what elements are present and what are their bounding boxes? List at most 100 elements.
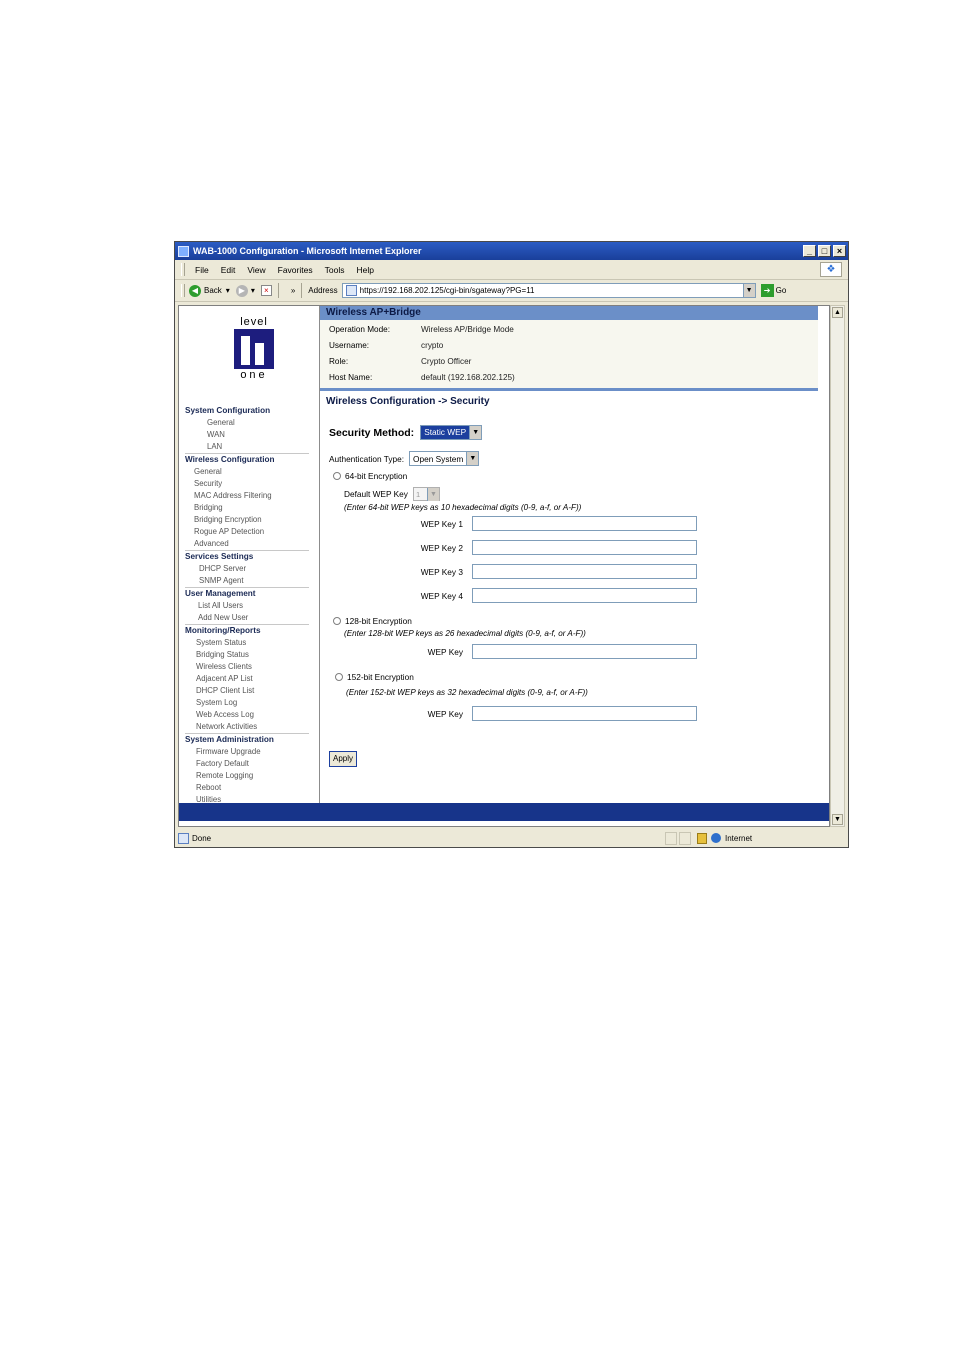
menu-favorites[interactable]: Favorites: [278, 265, 313, 275]
menu-file[interactable]: File: [195, 265, 209, 275]
nav-item-list-users[interactable]: List All Users: [185, 600, 309, 612]
nav-item-add-user[interactable]: Add New User: [185, 612, 309, 624]
wep-key-2-row: WEP Key 2: [414, 540, 697, 555]
menu-tools[interactable]: Tools: [325, 265, 345, 275]
wep-key-2-input[interactable]: [472, 540, 697, 555]
address-input[interactable]: https://192.168.202.125/cgi-bin/sgateway…: [360, 286, 743, 295]
enc128-key-input[interactable]: [472, 644, 697, 659]
info-row-role: Role: Crypto Officer: [320, 354, 818, 370]
page-done-icon: [178, 832, 189, 844]
toolbar-overflow-icon[interactable]: »: [291, 286, 295, 295]
enc152-key-input[interactable]: [472, 706, 697, 721]
logo-top-text: level: [240, 316, 268, 328]
vertical-scrollbar[interactable]: ▲ ▼: [830, 305, 845, 827]
device-title: Wireless AP+Bridge: [320, 306, 818, 320]
stop-icon[interactable]: ×: [260, 285, 272, 296]
enc152-key-row: WEP Key: [414, 706, 697, 721]
nav-item-wan[interactable]: WAN: [185, 429, 309, 441]
apply-button[interactable]: Apply: [329, 751, 358, 767]
maximize-button[interactable]: □: [818, 245, 831, 257]
enc152-radio[interactable]: [335, 673, 343, 681]
enc64-radio[interactable]: [333, 472, 341, 480]
nav-item-dhcp-server[interactable]: DHCP Server: [185, 563, 309, 575]
close-button[interactable]: ×: [833, 245, 846, 257]
enc128-note: (Enter 128-bit WEP keys as 26 hexadecima…: [344, 629, 586, 638]
info-label: Operation Mode:: [329, 325, 390, 334]
nav-section-system-administration: System Administration: [185, 735, 274, 744]
back-dropdown-icon[interactable]: ▾: [226, 286, 230, 295]
enc128-key-row: WEP Key: [414, 644, 697, 659]
security-method-label: Security Method:: [329, 426, 415, 439]
nav-item-system-status[interactable]: System Status: [185, 637, 309, 649]
enc152-label: 152-bit Encryption: [347, 672, 414, 682]
nav-item-bridging[interactable]: Bridging: [185, 502, 309, 514]
minimize-button[interactable]: _: [803, 245, 816, 257]
windows-logo-icon: ❖: [820, 262, 842, 277]
logo-bottom-text: one: [240, 369, 268, 381]
back-button[interactable]: ◀ Back ▾: [189, 284, 230, 297]
scroll-down-icon[interactable]: ▼: [832, 814, 843, 825]
nav-item-firmware-upgrade[interactable]: Firmware Upgrade: [185, 746, 309, 758]
wep-key-3-input[interactable]: [472, 564, 697, 579]
nav-item-advanced[interactable]: Advanced: [185, 538, 309, 550]
header-divider: [320, 388, 818, 391]
nav-item-mac-filtering[interactable]: MAC Address Filtering: [185, 490, 309, 502]
info-label: Username:: [329, 341, 370, 350]
back-label: Back: [204, 286, 222, 295]
forward-button[interactable]: ▶ ▾: [235, 284, 255, 297]
forward-dropdown-icon[interactable]: ▾: [251, 286, 255, 295]
enc128-key-label: WEP Key: [427, 646, 463, 657]
menu-edit[interactable]: Edit: [221, 265, 236, 275]
scroll-up-icon[interactable]: ▲: [832, 307, 843, 318]
ie-app-icon: [178, 245, 189, 257]
nav-item-wireless-clients[interactable]: Wireless Clients: [185, 661, 309, 673]
enc152-note: (Enter 152-bit WEP keys as 32 hexadecima…: [346, 688, 588, 697]
default-key-select[interactable]: 1 ▼: [412, 487, 440, 501]
auth-type-row: Authentication Type: Open System ▼: [329, 451, 480, 466]
nav-item-general[interactable]: General: [185, 417, 309, 429]
status-bar: Done Internet: [178, 830, 845, 846]
security-method-select[interactable]: Static WEP ▼: [420, 425, 483, 440]
nav-item-wireless-general[interactable]: General: [185, 466, 309, 478]
toolbar: ◀ Back ▾ ▶ ▾ × » Address https://192.168…: [175, 280, 848, 302]
auth-type-value: Open System: [413, 453, 464, 464]
nav-item-system-log[interactable]: System Log: [185, 697, 309, 709]
wep-key-1-label: WEP Key 1: [420, 518, 463, 529]
nav-item-remote-logging[interactable]: Remote Logging: [185, 770, 309, 782]
status-text: Done: [192, 833, 212, 843]
nav-item-factory-default[interactable]: Factory Default: [185, 758, 309, 770]
info-row-operation-mode: Operation Mode: Wireless AP/Bridge Mode: [320, 322, 818, 338]
info-row-host-name: Host Name: default (192.168.202.125): [320, 370, 818, 386]
auth-type-select[interactable]: Open System ▼: [409, 451, 480, 466]
go-arrow-icon: ➔: [760, 284, 774, 297]
nav-item-security[interactable]: Security: [185, 478, 309, 490]
menu-view[interactable]: View: [247, 265, 265, 275]
nav-item-adjacent-ap[interactable]: Adjacent AP List: [185, 673, 309, 685]
info-value: default (192.168.202.125): [421, 373, 515, 382]
sidebar-nav: System Configuration General WAN LAN Wir…: [185, 405, 309, 806]
nav-item-lan[interactable]: LAN: [185, 441, 309, 453]
enc64-label: 64-bit Encryption: [345, 471, 408, 481]
title-bar: WAB-1000 Configuration - Microsoft Inter…: [175, 242, 848, 260]
wep-key-1-input[interactable]: [472, 516, 697, 531]
nav-item-bridging-encryption[interactable]: Bridging Encryption: [185, 514, 309, 526]
nav-item-web-access-log[interactable]: Web Access Log: [185, 709, 309, 721]
menu-help[interactable]: Help: [356, 265, 373, 275]
lock-icon[interactable]: [697, 832, 707, 844]
nav-item-network-activities[interactable]: Network Activities: [185, 721, 309, 733]
address-bar[interactable]: https://192.168.202.125/cgi-bin/sgateway…: [341, 283, 756, 298]
enc128-radio[interactable]: [333, 617, 341, 625]
window-title: WAB-1000 Configuration - Microsoft Inter…: [193, 246, 422, 256]
nav-section-wireless-configuration: Wireless Configuration: [185, 455, 275, 464]
nav-item-rogue-ap[interactable]: Rogue AP Detection: [185, 526, 309, 538]
nav-item-dhcp-client-list[interactable]: DHCP Client List: [185, 685, 309, 697]
wep-key-4-input[interactable]: [472, 588, 697, 603]
nav-item-bridging-status[interactable]: Bridging Status: [185, 649, 309, 661]
info-label: Host Name:: [329, 373, 373, 382]
nav-item-reboot[interactable]: Reboot: [185, 782, 309, 794]
chevron-down-icon: ▼: [469, 426, 482, 439]
enc128-option: 128-bit Encryption: [333, 616, 412, 626]
go-button[interactable]: ➔ Go: [760, 284, 786, 297]
nav-item-snmp-agent[interactable]: SNMP Agent: [185, 575, 309, 587]
address-dropdown-icon[interactable]: ▼: [742, 284, 755, 297]
